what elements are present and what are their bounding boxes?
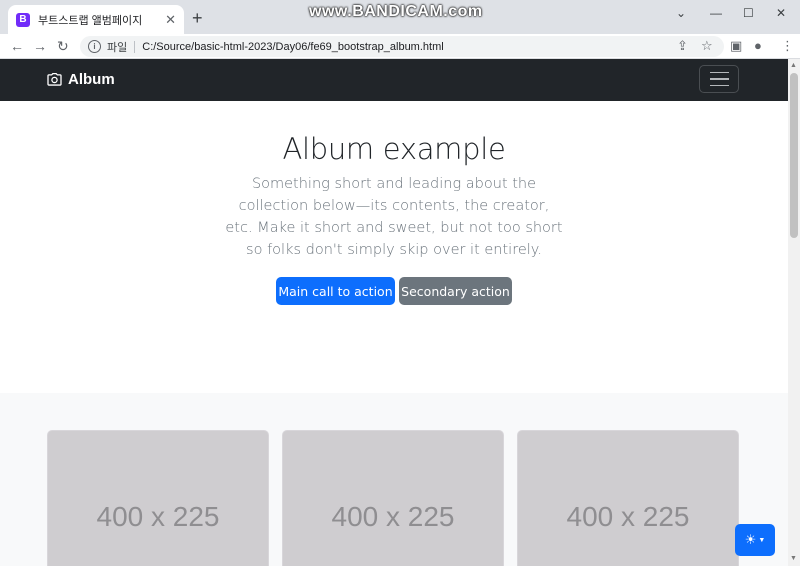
bootstrap-favicon-icon: B <box>16 12 30 27</box>
thumbnail-placeholder: 400 x 225 <box>566 501 690 532</box>
navbar: Album <box>0 59 788 101</box>
album-card: 400 x 225 <box>517 430 739 566</box>
main-call-to-action-button[interactable]: Main call to action <box>276 277 395 305</box>
forward-icon[interactable]: → <box>33 37 47 55</box>
hamburger-line <box>709 78 729 80</box>
album-card: 400 x 225 <box>47 430 269 566</box>
scroll-down-icon[interactable]: ▼ <box>790 555 797 562</box>
brand-label: Album <box>68 71 115 88</box>
profile-icon[interactable]: ● <box>754 38 762 53</box>
page-scrollbar[interactable]: ▲ ▼ <box>788 59 800 566</box>
navbar-brand[interactable]: Album <box>47 71 115 88</box>
bandicam-watermark: www.BANDICAM.com <box>309 3 483 20</box>
reload-icon[interactable]: ↻ <box>57 37 69 55</box>
album-section: 400 x 225 400 x 225 400 x 225 <box>0 393 788 566</box>
maximize-icon[interactable]: ☐ <box>743 6 754 20</box>
scheme-label: 파일 <box>107 41 128 54</box>
sidepanel-icon[interactable]: ▣ <box>730 38 742 54</box>
caret-down-icon: ▼ <box>758 536 766 544</box>
page-viewport: Album Album example Something short and … <box>0 59 788 566</box>
tab-strip: B 부트스트랩 앨범페이지 ✕ + www.BANDICAM.com ⌄ — ☐… <box>0 0 800 34</box>
address-bar[interactable]: i 파일 C:/Source/basic-html-2023/Day06/fe6… <box>80 36 724 57</box>
window-close-icon[interactable]: ✕ <box>776 6 786 20</box>
scroll-up-icon[interactable]: ▲ <box>790 62 797 69</box>
scroll-thumb[interactable] <box>790 73 798 238</box>
tab-title: 부트스트랩 앨범페이지 <box>38 14 143 27</box>
secondary-action-button[interactable]: Secondary action <box>399 277 512 305</box>
hero-title: Album example <box>282 132 506 166</box>
tab-search-icon[interactable]: ⌄ <box>676 6 686 20</box>
browser-toolbar: ← → ↻ i 파일 C:/Source/basic-html-2023/Day… <box>0 34 800 59</box>
tab-close-icon[interactable]: ✕ <box>165 12 176 28</box>
info-icon[interactable]: i <box>88 40 101 53</box>
hamburger-line <box>709 71 729 74</box>
camera-icon <box>47 73 62 86</box>
theme-toggle-button[interactable]: ☀ ▼ <box>735 524 775 556</box>
hero-lead: Something short and leading about the co… <box>225 176 563 258</box>
star-icon[interactable]: ☆ <box>701 38 713 54</box>
menu-icon[interactable]: ⋮ <box>781 38 794 54</box>
back-icon[interactable]: ← <box>10 37 24 55</box>
thumbnail-placeholder: 400 x 225 <box>96 501 220 532</box>
thumbnail-placeholder: 400 x 225 <box>331 501 455 532</box>
address-separator <box>134 40 136 53</box>
minimize-icon[interactable]: — <box>710 6 722 20</box>
sun-icon: ☀ <box>744 532 757 547</box>
url-text[interactable]: C:/Source/basic-html-2023/Day06/fe69_boo… <box>142 41 443 53</box>
browser-tab[interactable]: B 부트스트랩 앨범페이지 ✕ <box>8 5 184 34</box>
hero-section: Album example Something short and leadin… <box>0 101 788 393</box>
share-icon[interactable]: ⇪ <box>677 38 688 54</box>
album-card: 400 x 225 <box>282 430 504 566</box>
new-tab-button[interactable]: + <box>192 8 203 28</box>
navbar-toggler-button[interactable] <box>699 65 739 93</box>
hamburger-line <box>709 84 729 87</box>
